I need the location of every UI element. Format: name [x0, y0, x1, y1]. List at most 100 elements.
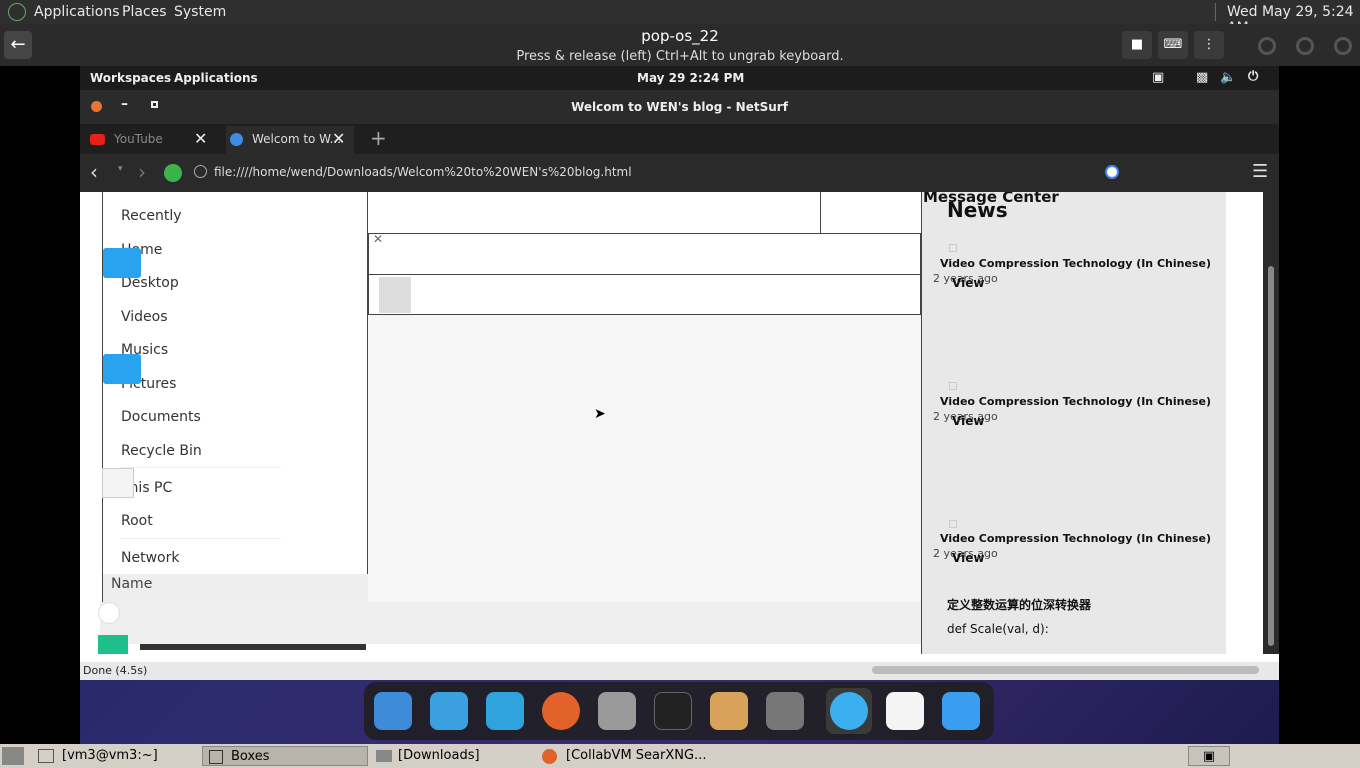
lower-strip-left: [100, 602, 368, 644]
guest-top-bar: Workspaces Applications May 29 2:24 PM ▣…: [80, 66, 1279, 90]
terminal-icon: [38, 749, 54, 763]
nav-forward-icon[interactable]: ›: [138, 160, 146, 184]
boxes-icon: [209, 750, 223, 764]
sidebar-item-videos[interactable]: Videos: [121, 309, 168, 325]
view-link[interactable]: View: [952, 551, 984, 565]
tab-youtube[interactable]: YouTube ✕: [88, 126, 216, 154]
view-link[interactable]: View: [952, 414, 984, 428]
minimize-circle-icon[interactable]: [1258, 37, 1276, 55]
boxes-icon[interactable]: [886, 692, 924, 730]
task-terminal[interactable]: [vm3@vm3:~]: [38, 746, 198, 766]
maximize-circle-icon[interactable]: [1296, 37, 1314, 55]
dark-strip: [140, 644, 366, 650]
guest-clock[interactable]: May 29 2:24 PM: [637, 71, 744, 85]
workspace-switcher-icon[interactable]: ▣: [1188, 746, 1230, 766]
host-menu-places[interactable]: Places: [122, 4, 167, 20]
news-heading: News: [947, 198, 1008, 222]
firefox-icon[interactable]: [542, 692, 580, 730]
display-icon[interactable]: ▩: [1196, 70, 1208, 85]
app-launcher-icon[interactable]: [98, 602, 120, 624]
netsurf-icon[interactable]: [830, 692, 868, 730]
vm-title: pop-os_22: [641, 27, 719, 45]
window-title: Welcom to WEN's blog - NetSurf: [571, 100, 788, 114]
image-placeholder-icon: [949, 520, 957, 528]
extensions-icon[interactable]: [942, 692, 980, 730]
new-tab-plus-icon[interactable]: +: [370, 126, 387, 150]
app-icon[interactable]: [98, 635, 128, 654]
window-titlebar: – Welcom to WEN's blog - NetSurf: [80, 90, 1279, 124]
window-manager-icon[interactable]: [430, 692, 468, 730]
task-label: [vm3@vm3:~]: [62, 748, 158, 763]
guest-applications[interactable]: Applications: [174, 71, 258, 85]
content-bottom: [80, 654, 1279, 662]
sidebar-item-recently[interactable]: Recently: [121, 208, 182, 224]
boxes-header: ← pop-os_22 Press & release (left) Ctrl+…: [0, 24, 1360, 66]
show-desktop-icon[interactable]: [2, 747, 24, 765]
page-content[interactable]: Recently Home Desktop Videos Musics Pict…: [80, 192, 1263, 654]
sidebar-item-recycle-bin[interactable]: Recycle Bin: [121, 443, 202, 459]
hamburger-menu-icon[interactable]: ☰: [1252, 161, 1268, 182]
firefox-icon: [542, 749, 557, 764]
keyboard-button[interactable]: ⌨: [1158, 31, 1188, 59]
status-text: Done (4.5s): [83, 664, 148, 677]
host-menu-system[interactable]: System: [174, 4, 226, 20]
volume-icon[interactable]: 🔈: [1220, 70, 1236, 85]
nav-back-icon[interactable]: ‹: [90, 160, 98, 184]
dialog-header: ✕: [368, 232, 921, 275]
divider: [121, 467, 281, 468]
task-label: Boxes: [231, 749, 270, 764]
settings-icon[interactable]: [766, 692, 804, 730]
stop-button[interactable]: ■: [1122, 31, 1152, 59]
dialog-body[interactable]: [368, 315, 921, 602]
store-icon[interactable]: [710, 692, 748, 730]
close-circle-icon[interactable]: [1334, 37, 1352, 55]
close-tab-icon[interactable]: ✕: [332, 126, 345, 152]
host-menu-applications[interactable]: Applications: [34, 4, 120, 20]
stop-icon: ■: [1130, 37, 1144, 52]
vertical-scrollbar[interactable]: [1263, 192, 1279, 654]
name-column-header[interactable]: Name: [103, 574, 368, 602]
divider: [1215, 3, 1216, 21]
scrollbar-thumb[interactable]: [1268, 266, 1274, 646]
url-field[interactable]: file:////home/wend/Downloads/Welcom%20to…: [214, 165, 632, 179]
code-line: def Scale(val, d):: [947, 622, 1049, 636]
google-search-icon[interactable]: [1105, 165, 1119, 179]
page-info-icon[interactable]: [194, 165, 207, 178]
sidebar-item-network[interactable]: Network: [121, 550, 179, 566]
document-icon[interactable]: [102, 468, 134, 498]
terminal-icon[interactable]: [654, 692, 692, 730]
dock: [364, 682, 994, 740]
app-grid-icon[interactable]: [486, 692, 524, 730]
tab-blog[interactable]: Welcom to W... ✕: [226, 126, 354, 154]
screens-icon[interactable]: ▣: [1152, 70, 1164, 85]
navigation-bar: ‹ ▾ › file:////home/wend/Downloads/Welco…: [80, 154, 1279, 192]
sidebar-item-documents[interactable]: Documents: [121, 409, 201, 425]
right-panel: Message Center News Video Compression Te…: [921, 192, 1226, 654]
image-placeholder-icon: [949, 382, 957, 390]
task-downloads[interactable]: [Downloads]: [374, 746, 534, 766]
menu-button[interactable]: ⋮: [1194, 31, 1224, 59]
reload-icon[interactable]: [164, 164, 182, 182]
guest-workspaces[interactable]: Workspaces: [90, 71, 171, 85]
news-title[interactable]: Video Compression Technology (In Chinese…: [940, 257, 1211, 270]
task-boxes[interactable]: Boxes: [202, 746, 368, 766]
close-icon[interactable]: ✕: [373, 232, 383, 246]
sidebar-item-root[interactable]: Root: [121, 513, 153, 529]
folder-icon[interactable]: [103, 248, 141, 278]
folder-icon[interactable]: [103, 354, 141, 384]
news-title[interactable]: Video Compression Technology (In Chinese…: [940, 395, 1211, 408]
task-collabvm[interactable]: [CollabVM SearXNG...: [542, 746, 722, 766]
news-title[interactable]: Video Compression Technology (In Chinese…: [940, 532, 1211, 545]
view-link[interactable]: View: [952, 276, 984, 290]
files-icon[interactable]: [598, 692, 636, 730]
file-sidebar: Recently Home Desktop Videos Musics Pict…: [102, 192, 368, 602]
tab-bar: YouTube ✕ Welcom to W... ✕ +: [80, 124, 1279, 154]
horizontal-scrollbar[interactable]: [872, 666, 1259, 674]
gnome-foot-icon[interactable]: [8, 3, 26, 21]
close-tab-icon[interactable]: ✕: [194, 126, 207, 152]
guest-screen[interactable]: Workspaces Applications May 29 2:24 PM ▣…: [80, 66, 1279, 744]
history-dropdown-icon[interactable]: ▾: [118, 164, 123, 174]
power-icon[interactable]: ⏻: [1248, 69, 1258, 84]
toolbar-thumbnail[interactable]: [379, 277, 411, 313]
search-icon[interactable]: [374, 692, 412, 730]
